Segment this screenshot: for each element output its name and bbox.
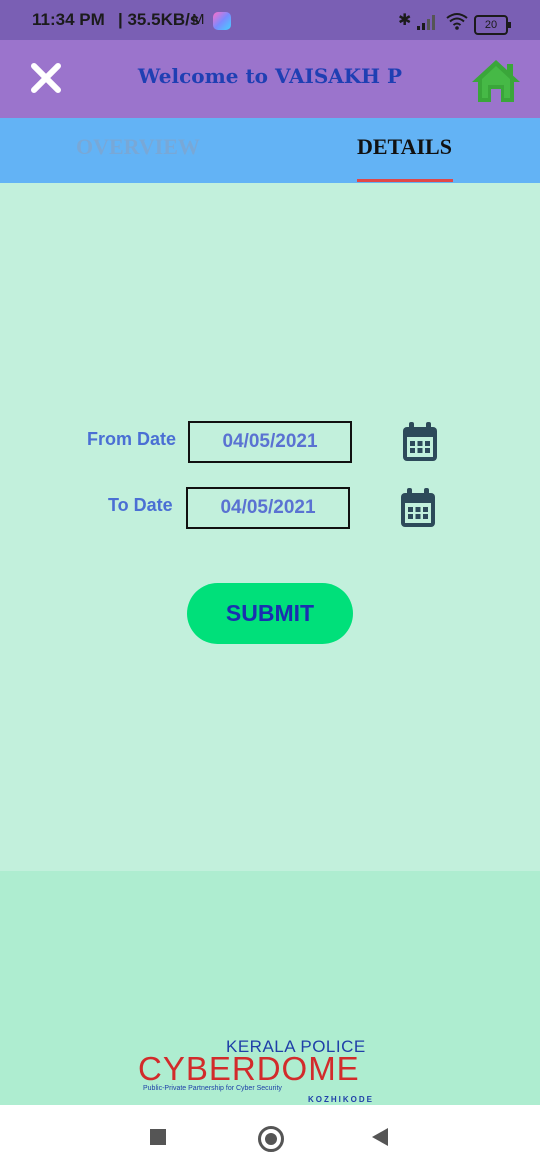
recent-apps-icon[interactable]	[150, 1129, 166, 1145]
app-notification-icon	[213, 12, 231, 30]
gmail-notification-icon: M	[192, 11, 205, 28]
system-navigation-bar	[0, 1105, 540, 1170]
tab-bar: OVERVIEW DETAILS	[0, 118, 540, 183]
status-network-speed: | 35.5KB/s	[118, 10, 200, 29]
tab-selected-indicator	[357, 179, 453, 182]
to-date-label: To Date	[108, 495, 173, 515]
wifi-icon	[446, 13, 468, 30]
system-home-icon[interactable]	[258, 1126, 284, 1152]
bluetooth-icon: ✱	[398, 12, 412, 29]
page-title: Welcome to VAISAKH P	[137, 64, 403, 88]
status-time: 11:34 PM	[32, 10, 105, 29]
home-icon[interactable]	[470, 58, 522, 104]
submit-button[interactable]: SUBMIT	[187, 583, 353, 644]
logo-cyberdome-text: CYBERDOME	[138, 1050, 360, 1087]
back-icon[interactable]	[372, 1128, 388, 1146]
logo-location-text: KOZHIKODE	[308, 1095, 374, 1104]
app-bar: Welcome to VAISAKH P	[0, 40, 540, 118]
tab-overview[interactable]: OVERVIEW	[76, 134, 200, 160]
from-date-field[interactable]: 04/05/2021	[188, 421, 352, 463]
tab-details[interactable]: DETAILS	[357, 134, 452, 160]
cyberdome-logo: KERALA POLICE CYBERDOME Public-Private P…	[138, 1037, 374, 1107]
status-bar: 11:34 PM | 35.5KB/s M ✱ 20	[0, 0, 540, 40]
logo-tagline-text: Public-Private Partnership for Cyber Sec…	[143, 1085, 282, 1092]
to-date-field[interactable]: 04/05/2021	[186, 487, 350, 529]
signal-icon	[417, 15, 435, 30]
from-date-calendar-icon[interactable]	[401, 421, 439, 463]
to-date-calendar-icon[interactable]	[399, 487, 437, 529]
battery-indicator: 20	[474, 15, 511, 35]
from-date-label: From Date	[87, 429, 177, 449]
